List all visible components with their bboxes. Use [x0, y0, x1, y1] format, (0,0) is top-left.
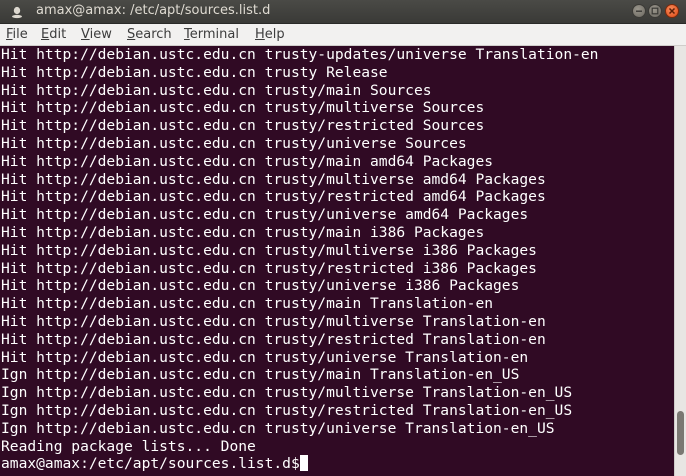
close-button[interactable] [665, 4, 679, 18]
terminal-prompt-line[interactable]: amax@amax:/etc/apt/sources.list.d$ [1, 455, 674, 473]
terminal-line: Ign http://debian.ustc.edu.cn trusty/res… [1, 401, 573, 419]
terminal-line: Hit http://debian.ustc.edu.cn trusty-upd… [1, 46, 599, 63]
menu-terminal[interactable]: Terminal [184, 27, 239, 42]
maximize-icon [651, 7, 659, 15]
terminal-line: Hit http://debian.ustc.edu.cn trusty/uni… [1, 206, 529, 224]
title-bar[interactable]: amax@amax: /etc/apt/sources.list.d [0, 0, 686, 24]
menu-bar: File Edit View Search Terminal Help [0, 24, 686, 46]
window-title: amax@amax: /etc/apt/sources.list.d [36, 3, 271, 18]
terminal-line: Hit http://debian.ustc.edu.cn trusty/mul… [1, 170, 546, 188]
minimize-icon [636, 10, 642, 12]
terminal-line: Hit http://debian.ustc.edu.cn trusty/mai… [1, 223, 485, 241]
terminal-line: Hit http://debian.ustc.edu.cn trusty/res… [1, 188, 546, 206]
terminal-line: Hit http://debian.ustc.edu.cn trusty/uni… [1, 277, 520, 295]
terminal-line: Hit http://debian.ustc.edu.cn trusty/mul… [1, 99, 485, 117]
terminal-line: Ign http://debian.ustc.edu.cn trusty/uni… [1, 419, 555, 437]
terminal-app-icon [10, 5, 24, 19]
terminal-scrollbar[interactable] [674, 46, 686, 476]
close-icon [668, 7, 676, 15]
menu-edit[interactable]: Edit [41, 27, 66, 42]
text-cursor [299, 455, 308, 472]
terminal-line: Hit http://debian.ustc.edu.cn trusty/mai… [1, 295, 494, 313]
terminal-line: Ign http://debian.ustc.edu.cn trusty/mai… [1, 366, 520, 384]
terminal-line: Hit http://debian.ustc.edu.cn trusty Rel… [1, 63, 388, 81]
terminal-line: Ign http://debian.ustc.edu.cn trusty/mul… [1, 384, 573, 402]
terminal-line: Hit http://debian.ustc.edu.cn trusty/mai… [1, 152, 494, 170]
terminal-line: Hit http://debian.ustc.edu.cn trusty/mai… [1, 81, 432, 99]
terminal-prompt: amax@amax:/etc/apt/sources.list.d$ [1, 455, 300, 473]
terminal-line: Hit http://debian.ustc.edu.cn trusty/res… [1, 259, 537, 277]
terminal-line: Hit http://debian.ustc.edu.cn trusty/uni… [1, 134, 467, 152]
terminal-output[interactable]: Hit http://debian.ustc.edu.cn trusty-upd… [0, 46, 674, 476]
terminal-lines: Hit http://debian.ustc.edu.cn trusty-upd… [1, 46, 674, 455]
menu-file[interactable]: File [6, 27, 28, 42]
terminal-line: Hit http://debian.ustc.edu.cn trusty/uni… [1, 348, 529, 366]
maximize-button[interactable] [648, 4, 662, 18]
menu-search[interactable]: Search [127, 27, 172, 42]
terminal-window: amax@amax: /etc/apt/sources.list.d File … [0, 0, 686, 476]
terminal-line: Hit http://debian.ustc.edu.cn trusty/res… [1, 117, 485, 135]
minimize-button[interactable] [632, 4, 646, 18]
terminal-line: Hit http://debian.ustc.edu.cn trusty/mul… [1, 241, 537, 259]
menu-view[interactable]: View [81, 27, 112, 42]
scrollbar-thumb[interactable] [677, 410, 684, 455]
terminal-line: Hit http://debian.ustc.edu.cn trusty/res… [1, 330, 546, 348]
terminal-line: Reading package lists... Done [1, 437, 256, 455]
terminal-line: Hit http://debian.ustc.edu.cn trusty/mul… [1, 312, 546, 330]
menu-help[interactable]: Help [255, 27, 285, 42]
